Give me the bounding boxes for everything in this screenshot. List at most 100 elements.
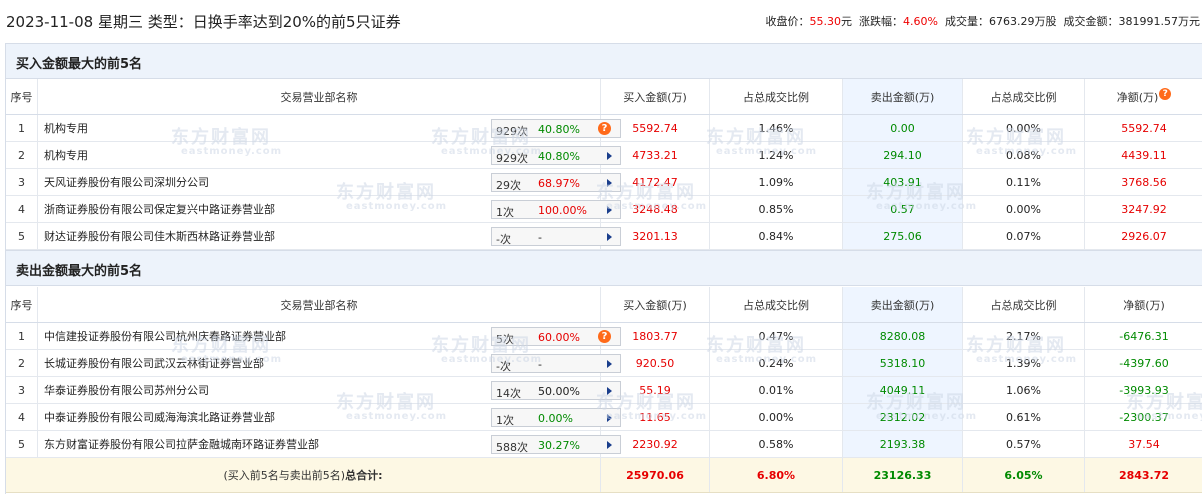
table-row: 1 中信建投证券股份有限公司杭州庆春路证券营业部 5次 60.00%? 1803.77 0… xyxy=(6,323,1202,350)
dept-cell: 财达证券股份有限公司佳木斯西林路证券营业部 -次 - xyxy=(38,223,621,249)
dept-name[interactable]: 天风证券股份有限公司深圳分公司 xyxy=(44,174,209,190)
dept-count: 5次 xyxy=(496,333,514,346)
sell-ratio: 1.06% xyxy=(963,377,1085,403)
sell-amount: 0.00 xyxy=(843,115,963,141)
dept-success-rate: - xyxy=(538,231,542,244)
buy-section-header: 买入金额最大的前5名 xyxy=(6,43,1202,79)
sell-amount: 2312.02 xyxy=(843,404,963,430)
net-amount: 3768.56 xyxy=(1121,175,1167,189)
sell-amount: 5318.10 xyxy=(843,350,963,376)
dept-success-rate: 40.80% xyxy=(538,150,580,163)
table-row: 5 东方财富证券股份有限公司拉萨金融城南环路证券营业部 588次 30.27% 2230… xyxy=(6,431,1202,458)
total-buy: 25970.06 xyxy=(601,458,710,492)
buy-column-header: 序号 交易营业部名称 买入金额(万) 占总成交比例 卖出金额(万) 占总成交比例… xyxy=(6,79,1202,115)
dept-name[interactable]: 机构专用 xyxy=(44,147,88,163)
dept-cell: 华泰证券股份有限公司苏州分公司 14次 50.00% xyxy=(38,377,621,403)
sell-ratio: 0.08% xyxy=(963,142,1085,168)
buy-amount: 920.50 xyxy=(601,350,710,376)
dept-count: 29次 xyxy=(496,179,521,192)
dept-name[interactable]: 华泰证券股份有限公司苏州分公司 xyxy=(44,382,209,398)
dept-name[interactable]: 东方财富证券股份有限公司拉萨金融城南环路证券营业部 xyxy=(44,436,319,452)
table-row: 2 长城证券股份有限公司武汉云林街证券营业部 -次 - 920.50 0.24% 5318.… xyxy=(6,350,1202,377)
row-index: 4 xyxy=(6,196,38,222)
dept-name[interactable]: 财达证券股份有限公司佳木斯西林路证券营业部 xyxy=(44,228,275,244)
sell-amount: 8280.08 xyxy=(843,323,963,349)
sell-column-header: 序号 交易营业部名称 买入金额(万) 占总成交比例 卖出金额(万) 占总成交比例… xyxy=(6,287,1202,323)
dept-name[interactable]: 中泰证券股份有限公司威海海滨北路证券营业部 xyxy=(44,409,275,425)
net-amount: -6476.31 xyxy=(1119,329,1169,343)
col-sell-ratio: 占总成交比例 xyxy=(963,287,1085,322)
col-sell: 卖出金额(万) xyxy=(843,287,963,322)
net-amount: 2926.07 xyxy=(1121,229,1167,243)
buy-ratio: 0.47% xyxy=(710,323,843,349)
dept-cell: 天风证券股份有限公司深圳分公司 29次 68.97% xyxy=(38,169,621,195)
top-bar: 2023-11-08 星期三 类型：日换手率达到20%的前5只证券 收盘价：55… xyxy=(0,0,1202,42)
col-buy: 买入金额(万) xyxy=(601,287,710,322)
buy-amount: 2230.92 xyxy=(601,431,710,457)
table-row: 5 财达证券股份有限公司佳木斯西林路证券营业部 -次 - 3201.13 0.84% 275… xyxy=(6,223,1202,250)
dept-cell: 机构专用 929次 40.80%? xyxy=(38,115,621,141)
dept-name[interactable]: 中信建投证券股份有限公司杭州庆春路证券营业部 xyxy=(44,328,286,344)
buy-amount: 4172.47 xyxy=(601,169,710,195)
buy-amount: 5592.74 xyxy=(601,115,710,141)
dept-count: 929次 xyxy=(496,152,528,165)
buy-ratio: 0.85% xyxy=(710,196,843,222)
table-row: 4 浙商证券股份有限公司保定复兴中路证券营业部 1次 100.00% 3248.48 0.… xyxy=(6,196,1202,223)
dept-count: 929次 xyxy=(496,125,528,138)
net-amount: -3993.93 xyxy=(1119,383,1169,397)
dept-success-rate: - xyxy=(538,358,542,371)
dept-success-rate: 100.00% xyxy=(538,204,587,217)
row-index: 3 xyxy=(6,169,38,195)
col-dept: 交易营业部名称 xyxy=(38,79,601,114)
buy-ratio: 1.46% xyxy=(710,115,843,141)
total-buy-ratio: 6.80% xyxy=(710,458,843,492)
col-net: 净额(万)? xyxy=(1085,79,1202,114)
dept-count: 588次 xyxy=(496,441,528,454)
close-price-value: 55.30 xyxy=(809,15,842,28)
sell-amount: 275.06 xyxy=(843,223,963,249)
row-index: 1 xyxy=(6,323,38,349)
sell-amount: 4049.11 xyxy=(843,377,963,403)
buy-ratio: 1.09% xyxy=(710,169,843,195)
buy-ratio: 0.00% xyxy=(710,404,843,430)
dept-count: 14次 xyxy=(496,387,521,400)
buy-amount: 4733.21 xyxy=(601,142,710,168)
col-net: 净额(万) xyxy=(1123,298,1165,312)
dept-name[interactable]: 浙商证券股份有限公司保定复兴中路证券营业部 xyxy=(44,201,275,217)
buy-section-title: 买入金额最大的前5名 xyxy=(16,57,143,72)
sell-ratio: 0.61% xyxy=(963,404,1085,430)
table-row: 3 华泰证券股份有限公司苏州分公司 14次 50.00% 55.19 0.01% 4049.… xyxy=(6,377,1202,404)
dept-count: -次 xyxy=(496,360,511,373)
dept-name[interactable]: 长城证券股份有限公司武汉云林街证券营业部 xyxy=(44,355,264,371)
net-amount: 37.54 xyxy=(1128,437,1160,451)
sell-ratio: 0.00% xyxy=(963,115,1085,141)
sell-section-title: 卖出金额最大的前5名 xyxy=(16,264,143,279)
table-row: 2 机构专用 929次 40.80% 4733.21 1.24% 294.10 0.08% 44… xyxy=(6,142,1202,169)
total-label-prefix: (买入前5名与卖出前5名) xyxy=(223,469,346,482)
row-index: 4 xyxy=(6,404,38,430)
sell-amount: 403.91 xyxy=(843,169,963,195)
volume-label: 成交量： xyxy=(945,15,989,28)
dept-cell: 中泰证券股份有限公司威海海滨北路证券营业部 1次 0.00% xyxy=(38,404,621,430)
table-row: 1 机构专用 929次 40.80%? 5592.74 1.46% 0.00 0.00% 559… xyxy=(6,115,1202,142)
sell-ratio: 2.17% xyxy=(963,323,1085,349)
lhb-table: 买入金额最大的前5名 序号 交易营业部名称 买入金额(万) 占总成交比例 卖出金… xyxy=(5,43,1202,494)
dept-count: 1次 xyxy=(496,414,514,427)
amount-value: 381991.57万元 xyxy=(1118,15,1201,28)
net-amount: 4439.11 xyxy=(1121,148,1167,162)
row-index: 2 xyxy=(6,350,38,376)
buy-ratio: 0.84% xyxy=(710,223,843,249)
table-row: 4 中泰证券股份有限公司威海海滨北路证券营业部 1次 0.00% 11.65 0.00% 2… xyxy=(6,404,1202,431)
dept-name[interactable]: 机构专用 xyxy=(44,120,88,136)
col-index: 序号 xyxy=(6,287,38,322)
row-index: 1 xyxy=(6,115,38,141)
dept-cell: 中信建投证券股份有限公司杭州庆春路证券营业部 5次 60.00%? xyxy=(38,323,621,349)
change-label: 涨跌幅： xyxy=(859,15,904,28)
sell-amount: 2193.38 xyxy=(843,431,963,457)
col-sell-ratio: 占总成交比例 xyxy=(963,79,1085,114)
net-amount: 5592.74 xyxy=(1121,121,1167,135)
question-icon[interactable]: ? xyxy=(1159,87,1172,100)
col-sell: 卖出金额(万) xyxy=(843,79,963,114)
buy-amount: 11.65 xyxy=(601,404,710,430)
dept-success-rate: 68.97% xyxy=(538,177,580,190)
